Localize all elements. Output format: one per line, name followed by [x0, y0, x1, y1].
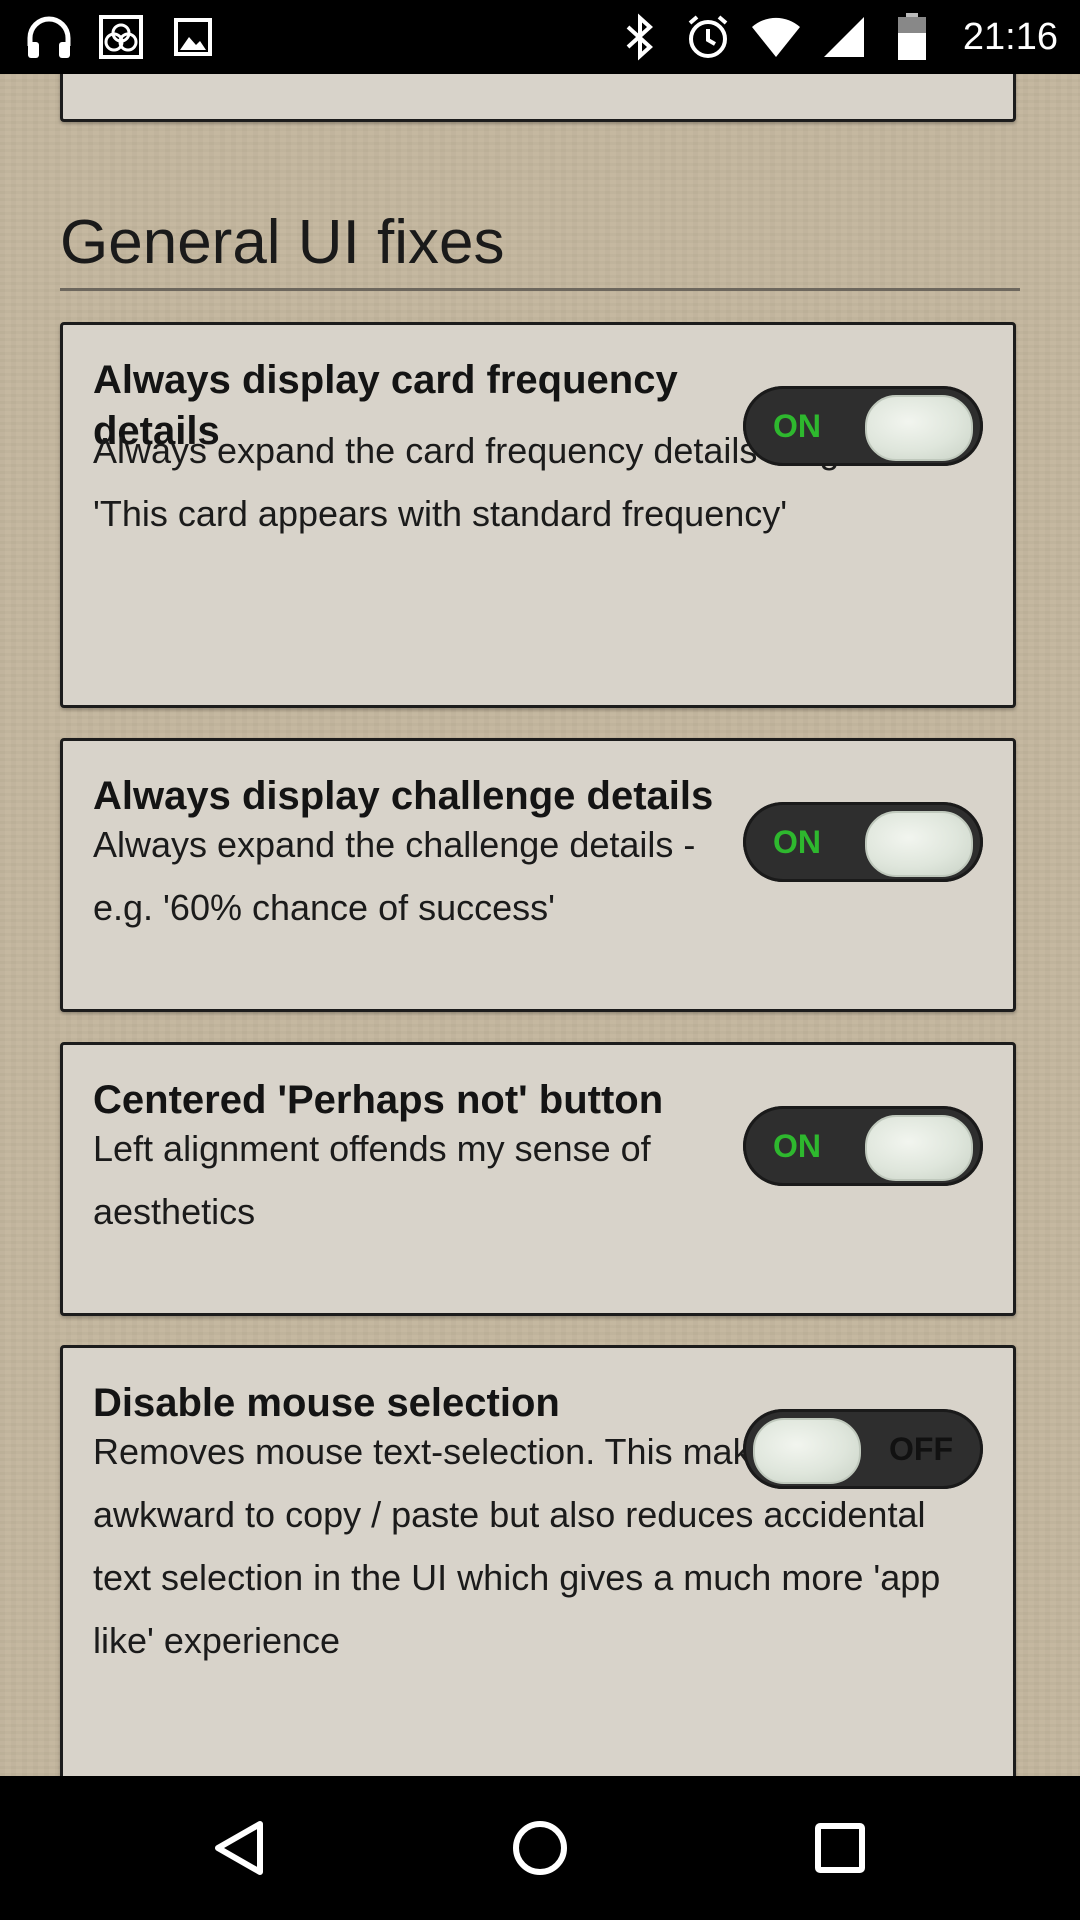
toggle-knob — [865, 1115, 973, 1181]
image-icon — [168, 12, 218, 62]
battery-icon — [887, 12, 937, 62]
toggle-state-label: ON — [773, 408, 821, 444]
status-right-icons: 21:16 — [615, 0, 1058, 74]
signal-icon — [819, 12, 869, 62]
section-title: General UI fixes — [60, 208, 505, 277]
settings-page[interactable]: General UI fixes Always display card fre… — [0, 74, 1080, 1776]
toggle-challenge-details[interactable]: ON — [743, 802, 983, 882]
setting-card-challenge-details: Always display challenge details Always … — [60, 738, 1016, 1012]
setting-card-centered-button: Centered 'Perhaps not' button Left align… — [60, 1042, 1016, 1316]
toggle-knob — [753, 1418, 861, 1484]
status-left-icons — [24, 0, 218, 74]
bluetooth-icon — [615, 12, 665, 62]
toggle-state-label: ON — [773, 824, 821, 860]
app-icon — [96, 12, 146, 62]
toggle-state-label: ON — [773, 1128, 821, 1164]
toggle-knob — [865, 395, 973, 461]
clock: 21:16 — [962, 15, 1058, 58]
setting-description: Left alignment offends my sense of aesth… — [93, 1117, 733, 1243]
section-divider — [60, 288, 1020, 291]
recents-icon[interactable] — [804, 1812, 876, 1884]
setting-description-text: Left alignment offends my sense of aesth… — [93, 1128, 651, 1232]
setting-description: Always expand the challenge details - e.… — [93, 813, 753, 939]
setting-card-card-frequency: Always display card frequency details Al… — [60, 322, 1016, 708]
back-icon[interactable] — [204, 1812, 276, 1884]
status-bar: 21:16 — [0, 0, 1080, 74]
setting-card-mouse-selection: Disable mouse selection Removes mouse te… — [60, 1345, 1016, 1776]
toggle-centered-button[interactable]: ON — [743, 1106, 983, 1186]
home-icon[interactable] — [504, 1812, 576, 1884]
toggle-state-label: OFF — [889, 1431, 953, 1467]
headphones-icon — [24, 12, 74, 62]
wifi-icon — [751, 12, 801, 62]
setting-description-text: Always expand the challenge details - e.… — [93, 824, 696, 928]
navigation-bar — [0, 1776, 1080, 1920]
toggle-mouse-selection[interactable]: OFF — [743, 1409, 983, 1489]
setting-description-text: Always expand the card frequency details… — [93, 430, 850, 534]
toggle-card-frequency[interactable]: ON — [743, 386, 983, 466]
alarm-icon — [683, 12, 733, 62]
previous-card — [60, 74, 1016, 122]
toggle-knob — [865, 811, 973, 877]
